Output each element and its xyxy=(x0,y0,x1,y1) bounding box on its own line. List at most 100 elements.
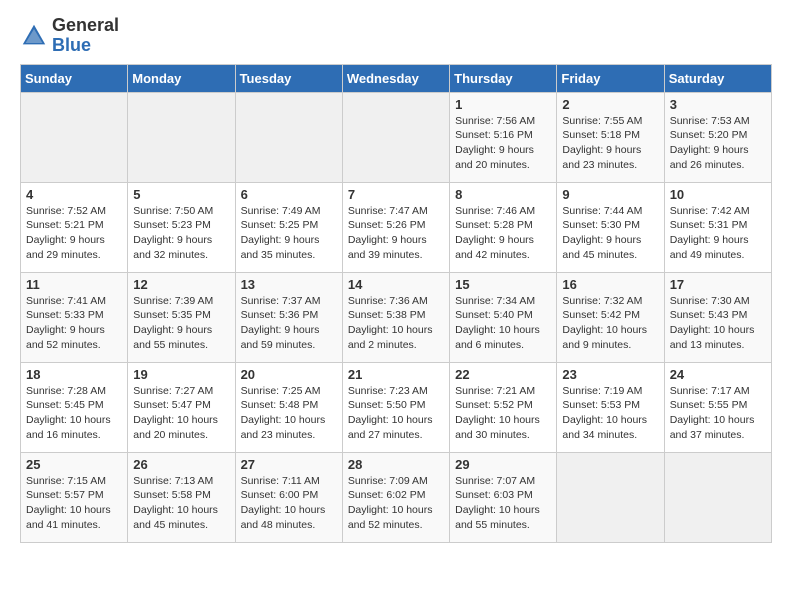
day-cell xyxy=(342,92,449,182)
header-cell-thursday: Thursday xyxy=(450,64,557,92)
day-number: 12 xyxy=(133,277,229,292)
day-cell: 27Sunrise: 7:11 AM Sunset: 6:00 PM Dayli… xyxy=(235,452,342,542)
day-cell xyxy=(235,92,342,182)
day-info: Sunrise: 7:53 AM Sunset: 5:20 PM Dayligh… xyxy=(670,114,766,173)
day-number: 27 xyxy=(241,457,337,472)
day-number: 28 xyxy=(348,457,444,472)
header-cell-saturday: Saturday xyxy=(664,64,771,92)
day-info: Sunrise: 7:41 AM Sunset: 5:33 PM Dayligh… xyxy=(26,294,122,353)
day-info: Sunrise: 7:23 AM Sunset: 5:50 PM Dayligh… xyxy=(348,384,444,443)
day-info: Sunrise: 7:47 AM Sunset: 5:26 PM Dayligh… xyxy=(348,204,444,263)
day-info: Sunrise: 7:36 AM Sunset: 5:38 PM Dayligh… xyxy=(348,294,444,353)
day-cell: 5 Sunrise: 7:50 AM Sunset: 5:23 PM Daylig… xyxy=(128,182,235,272)
day-number: 21 xyxy=(348,367,444,382)
day-cell: 29 Sunrise: 7:07 AM Sunset: 6:03 PM Dayli… xyxy=(450,452,557,542)
day-info: Sunrise: 7:17 AM Sunset: 5:55 PM Dayligh… xyxy=(670,384,766,443)
day-number: 18 xyxy=(26,367,122,382)
logo-text: General Blue xyxy=(52,16,119,56)
day-cell: 26 Sunrise: 7:13 AM Sunset: 5:58 PM Dayli… xyxy=(128,452,235,542)
day-info: Sunrise: 7:07 AM Sunset: 6:03 PM Dayligh… xyxy=(455,474,551,533)
day-info: Sunrise: 7:25 AM Sunset: 5:48 PM Dayligh… xyxy=(241,384,337,443)
day-number: 29 xyxy=(455,457,551,472)
day-number: 7 xyxy=(348,187,444,202)
day-info: Sunrise: 7:37 AM Sunset: 5:36 PM Dayligh… xyxy=(241,294,337,353)
day-info: Sunrise: 7:19 AM Sunset: 5:53 PM Dayligh… xyxy=(562,384,658,443)
day-number: 3 xyxy=(670,97,766,112)
logo-blue-text: Blue xyxy=(52,36,119,56)
calendar-header: SundayMondayTuesdayWednesdayThursdayFrid… xyxy=(21,64,772,92)
day-cell: 10Sunrise: 7:42 AM Sunset: 5:31 PM Dayli… xyxy=(664,182,771,272)
calendar-body: 1Sunrise: 7:56 AM Sunset: 5:16 PM Daylig… xyxy=(21,92,772,542)
day-cell: 8 Sunrise: 7:46 AM Sunset: 5:28 PM Daylig… xyxy=(450,182,557,272)
day-number: 13 xyxy=(241,277,337,292)
week-row-2: 4Sunrise: 7:52 AM Sunset: 5:21 PM Daylig… xyxy=(21,182,772,272)
day-cell xyxy=(21,92,128,182)
header-cell-monday: Monday xyxy=(128,64,235,92)
day-number: 23 xyxy=(562,367,658,382)
day-info: Sunrise: 7:32 AM Sunset: 5:42 PM Dayligh… xyxy=(562,294,658,353)
day-info: Sunrise: 7:46 AM Sunset: 5:28 PM Dayligh… xyxy=(455,204,551,263)
day-cell: 14 Sunrise: 7:36 AM Sunset: 5:38 PM Dayli… xyxy=(342,272,449,362)
day-info: Sunrise: 7:15 AM Sunset: 5:57 PM Dayligh… xyxy=(26,474,122,533)
day-number: 4 xyxy=(26,187,122,202)
day-cell: 18 Sunrise: 7:28 AM Sunset: 5:45 PM Dayli… xyxy=(21,362,128,452)
header: General Blue xyxy=(20,16,772,56)
day-number: 8 xyxy=(455,187,551,202)
day-cell xyxy=(128,92,235,182)
week-row-5: 25 Sunrise: 7:15 AM Sunset: 5:57 PM Dayli… xyxy=(21,452,772,542)
day-cell: 7 Sunrise: 7:47 AM Sunset: 5:26 PM Daylig… xyxy=(342,182,449,272)
day-cell: 25 Sunrise: 7:15 AM Sunset: 5:57 PM Dayli… xyxy=(21,452,128,542)
logo-general-text: General xyxy=(52,16,119,36)
day-cell: 1Sunrise: 7:56 AM Sunset: 5:16 PM Daylig… xyxy=(450,92,557,182)
day-number: 16 xyxy=(562,277,658,292)
day-info: Sunrise: 7:34 AM Sunset: 5:40 PM Dayligh… xyxy=(455,294,551,353)
header-cell-wednesday: Wednesday xyxy=(342,64,449,92)
day-cell: 20Sunrise: 7:25 AM Sunset: 5:48 PM Dayli… xyxy=(235,362,342,452)
day-number: 24 xyxy=(670,367,766,382)
day-info: Sunrise: 7:30 AM Sunset: 5:43 PM Dayligh… xyxy=(670,294,766,353)
day-cell: 6Sunrise: 7:49 AM Sunset: 5:25 PM Daylig… xyxy=(235,182,342,272)
day-number: 9 xyxy=(562,187,658,202)
day-cell: 21 Sunrise: 7:23 AM Sunset: 5:50 PM Dayli… xyxy=(342,362,449,452)
day-number: 26 xyxy=(133,457,229,472)
day-cell: 11 Sunrise: 7:41 AM Sunset: 5:33 PM Dayli… xyxy=(21,272,128,362)
day-info: Sunrise: 7:55 AM Sunset: 5:18 PM Dayligh… xyxy=(562,114,658,173)
day-cell: 16 Sunrise: 7:32 AM Sunset: 5:42 PM Dayli… xyxy=(557,272,664,362)
day-number: 2 xyxy=(562,97,658,112)
day-number: 14 xyxy=(348,277,444,292)
day-info: Sunrise: 7:56 AM Sunset: 5:16 PM Dayligh… xyxy=(455,114,551,173)
day-cell: 4Sunrise: 7:52 AM Sunset: 5:21 PM Daylig… xyxy=(21,182,128,272)
header-cell-tuesday: Tuesday xyxy=(235,64,342,92)
week-row-3: 11 Sunrise: 7:41 AM Sunset: 5:33 PM Dayli… xyxy=(21,272,772,362)
day-cell: 22Sunrise: 7:21 AM Sunset: 5:52 PM Dayli… xyxy=(450,362,557,452)
day-number: 11 xyxy=(26,277,122,292)
day-info: Sunrise: 7:28 AM Sunset: 5:45 PM Dayligh… xyxy=(26,384,122,443)
day-cell: 15 Sunrise: 7:34 AM Sunset: 5:40 PM Dayli… xyxy=(450,272,557,362)
header-cell-sunday: Sunday xyxy=(21,64,128,92)
day-number: 25 xyxy=(26,457,122,472)
day-info: Sunrise: 7:44 AM Sunset: 5:30 PM Dayligh… xyxy=(562,204,658,263)
logo: General Blue xyxy=(20,16,119,56)
day-info: Sunrise: 7:50 AM Sunset: 5:23 PM Dayligh… xyxy=(133,204,229,263)
day-cell xyxy=(557,452,664,542)
day-number: 10 xyxy=(670,187,766,202)
day-info: Sunrise: 7:27 AM Sunset: 5:47 PM Dayligh… xyxy=(133,384,229,443)
day-info: Sunrise: 7:09 AM Sunset: 6:02 PM Dayligh… xyxy=(348,474,444,533)
day-number: 6 xyxy=(241,187,337,202)
day-info: Sunrise: 7:39 AM Sunset: 5:35 PM Dayligh… xyxy=(133,294,229,353)
logo-icon xyxy=(20,22,48,50)
day-number: 5 xyxy=(133,187,229,202)
day-number: 19 xyxy=(133,367,229,382)
calendar-table: SundayMondayTuesdayWednesdayThursdayFrid… xyxy=(20,64,772,543)
day-cell: 12 Sunrise: 7:39 AM Sunset: 5:35 PM Dayli… xyxy=(128,272,235,362)
day-info: Sunrise: 7:13 AM Sunset: 5:58 PM Dayligh… xyxy=(133,474,229,533)
header-cell-friday: Friday xyxy=(557,64,664,92)
day-cell xyxy=(664,452,771,542)
day-number: 15 xyxy=(455,277,551,292)
day-cell: 2 Sunrise: 7:55 AM Sunset: 5:18 PM Daylig… xyxy=(557,92,664,182)
day-number: 17 xyxy=(670,277,766,292)
day-cell: 28 Sunrise: 7:09 AM Sunset: 6:02 PM Dayli… xyxy=(342,452,449,542)
day-cell: 3 Sunrise: 7:53 AM Sunset: 5:20 PM Daylig… xyxy=(664,92,771,182)
day-cell: 13 Sunrise: 7:37 AM Sunset: 5:36 PM Dayli… xyxy=(235,272,342,362)
day-cell: 24 Sunrise: 7:17 AM Sunset: 5:55 PM Dayli… xyxy=(664,362,771,452)
